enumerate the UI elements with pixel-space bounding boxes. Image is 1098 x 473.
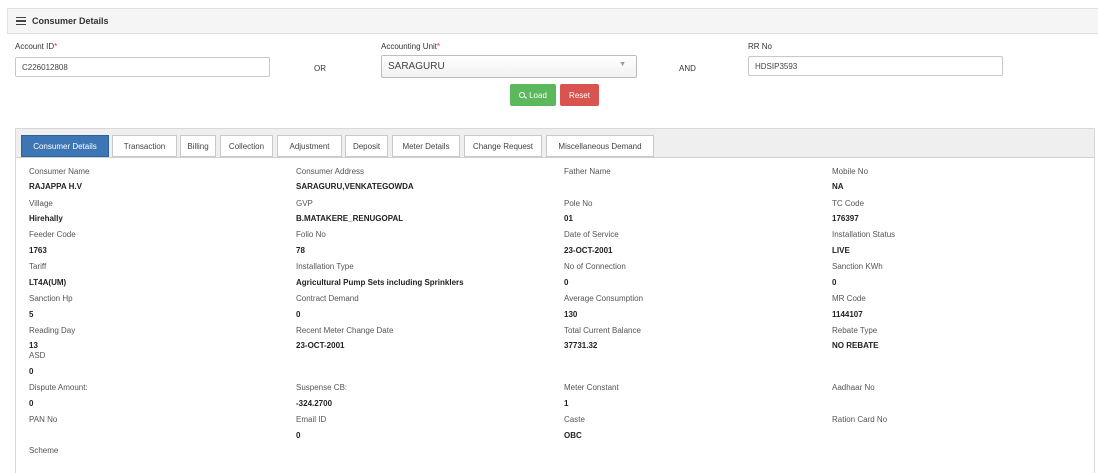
rr-no-label: RR No	[748, 42, 773, 51]
tab-adjustment[interactable]: Adjustment	[277, 135, 342, 157]
feeder-code-label: Feeder Code	[29, 230, 76, 239]
suspense-cb-value: -324.2700	[296, 399, 333, 408]
ration-card-no-label: Ration Card No	[832, 415, 888, 424]
sanction-kwh-label: Sanction KWh	[832, 262, 883, 271]
installation-type-label: Installation Type	[296, 262, 354, 271]
tc-code-label: TC Code	[832, 199, 865, 208]
search-icon	[519, 92, 526, 98]
accounting-unit-select[interactable]: SARAGURU ▼	[381, 55, 637, 78]
hamburger-icon[interactable]	[16, 17, 26, 25]
installation-status-value: LIVE	[832, 246, 850, 255]
account-id-label: Account ID*	[15, 42, 58, 51]
no-of-connection-label: No of Connection	[564, 262, 626, 271]
mr-code-value: 1144107	[832, 310, 863, 319]
tariff-label: Tariff	[29, 262, 47, 271]
contract-demand-label: Contract Demand	[296, 294, 359, 303]
meter-constant-value: 1	[564, 399, 569, 408]
consumer-name-value: RAJAPPA H.V	[29, 182, 82, 191]
gvp-value: B.MATAKERE_RENUGOPAL	[296, 214, 404, 223]
email-id-value: 0	[296, 431, 301, 440]
reading-day-value: 13	[29, 341, 38, 350]
tab-collection[interactable]: Collection	[220, 135, 273, 157]
sanction-hp-value: 5	[29, 310, 34, 319]
rr-no-input[interactable]	[748, 56, 1003, 76]
asd-value: 0	[29, 367, 34, 376]
tab-consumer-details[interactable]: Consumer Details	[21, 135, 109, 157]
tab-meter-details[interactable]: Meter Details	[392, 135, 460, 157]
tab-billing[interactable]: Billing	[180, 135, 216, 157]
contract-demand-value: 0	[296, 310, 301, 319]
dispute-amount-value: 0	[29, 399, 34, 408]
date-of-service-label: Date of Service	[564, 230, 619, 239]
feeder-code-value: 1763	[29, 246, 47, 255]
tariff-value: LT4A(UM)	[29, 278, 67, 287]
chevron-down-icon: ▼	[619, 61, 626, 68]
tab-deposit[interactable]: Deposit	[345, 135, 388, 157]
village-label: Village	[29, 199, 53, 208]
no-of-connection-value: 0	[564, 278, 569, 287]
date-of-service-value: 23-OCT-2001	[564, 246, 613, 255]
caste-label: Caste	[564, 415, 585, 424]
consumer-tabs-panel: Consumer Details Transaction Billing Col…	[15, 128, 1095, 473]
tc-code-value: 176397	[832, 214, 859, 223]
folio-no-value: 78	[296, 246, 305, 255]
suspense-cb-label: Suspense CB:	[296, 383, 348, 392]
email-id-label: Email ID	[296, 415, 327, 424]
total-current-balance-label: Total Current Balance	[564, 326, 641, 335]
consumer-name-label: Consumer Name	[29, 167, 90, 176]
recent-meter-change-date-label: Recent Meter Change Date	[296, 326, 394, 335]
installation-status-label: Installation Status	[832, 230, 896, 239]
and-label: AND	[679, 64, 696, 73]
sanction-kwh-value: 0	[832, 278, 837, 287]
scheme-label: Scheme	[29, 446, 59, 455]
consumer-address-label: Consumer Address	[296, 167, 365, 176]
tab-bar: Consumer Details Transaction Billing Col…	[16, 129, 1094, 158]
sanction-hp-label: Sanction Hp	[29, 294, 73, 303]
recent-meter-change-date-value: 23-OCT-2001	[296, 341, 345, 350]
reset-button[interactable]: Reset	[560, 84, 599, 106]
account-id-input[interactable]	[15, 57, 270, 77]
meter-constant-label: Meter Constant	[564, 383, 619, 392]
asd-label: ASD	[29, 351, 46, 360]
mr-code-label: MR Code	[832, 294, 866, 303]
rebate-type-label: Rebate Type	[832, 326, 878, 335]
tab-miscellaneous-demand[interactable]: Miscellaneous Demand	[546, 135, 654, 157]
accounting-unit-value: SARAGURU	[388, 61, 445, 72]
or-label: OR	[314, 64, 326, 73]
caste-value: OBC	[564, 431, 582, 440]
aadhaar-no-label: Aadhaar No	[832, 383, 875, 392]
tab-change-request[interactable]: Change Request	[464, 135, 542, 157]
consumer-address-value: SARAGURU,VENKATEGOWDA	[296, 182, 414, 191]
page-title: Consumer Details	[32, 16, 109, 26]
installation-type-value: Agricultural Pump Sets including Sprinkl…	[296, 278, 464, 287]
rebate-type-value: NO REBATE	[832, 341, 879, 350]
pan-no-label: PAN No	[29, 415, 58, 424]
father-name-label: Father Name	[564, 167, 611, 176]
tab-transaction[interactable]: Transaction	[112, 135, 177, 157]
gvp-label: GVP	[296, 199, 313, 208]
folio-no-label: Folio No	[296, 230, 326, 239]
total-current-balance-value: 37731.32	[564, 341, 598, 350]
panel-header: Consumer Details	[7, 8, 1098, 34]
pole-no-label: Pole No	[564, 199, 593, 208]
dispute-amount-label: Dispute Amount:	[29, 383, 88, 392]
average-consumption-value: 130	[564, 310, 578, 319]
load-button[interactable]: Load	[510, 84, 556, 106]
mobile-no-value: NA	[832, 182, 844, 191]
mobile-no-label: Mobile No	[832, 167, 869, 176]
reading-day-label: Reading Day	[29, 326, 76, 335]
village-value: Hirehally	[29, 214, 63, 223]
average-consumption-label: Average Consumption	[564, 294, 644, 303]
pole-no-value: 01	[564, 214, 573, 223]
accounting-unit-label: Accounting Unit*	[381, 42, 441, 51]
